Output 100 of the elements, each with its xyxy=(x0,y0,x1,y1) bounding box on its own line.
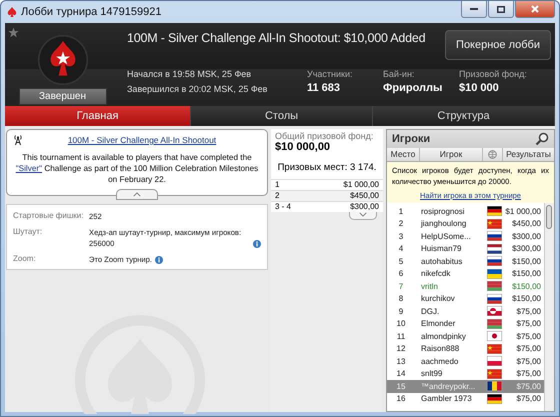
antenna-icon xyxy=(13,134,23,146)
chevron-down-icon xyxy=(359,212,367,217)
tournament-title: 100M - Silver Challenge All-In Shootout: $10,000 Added xyxy=(126,30,426,45)
prize-amount: $300,00 xyxy=(350,202,379,212)
player-row[interactable]: 5 autohabitus $150,00 xyxy=(387,255,544,268)
end-time: Завершился в 20:02 MSK, 25 Фев xyxy=(127,84,268,94)
inline-link[interactable]: "Silver" xyxy=(16,164,42,173)
player-row[interactable]: 16 Gambler 1973 $75,00 xyxy=(387,392,544,405)
column-header[interactable]: Место xyxy=(387,148,420,161)
player-result: $75,00 xyxy=(516,306,542,316)
player-row[interactable]: 14 snlt99 $75,00 xyxy=(387,368,544,380)
tournament-description: This tournament is available to players that have completed the "Silver" Challenge as part of the 100 Million Celebration Milestones on February 22. xyxy=(14,152,260,185)
player-place: 1 xyxy=(398,206,404,216)
column-header[interactable]: Игрок xyxy=(420,148,483,161)
info-icon[interactable] xyxy=(253,240,261,248)
player-name: aachmedo xyxy=(420,356,460,366)
detail-label: Шутаут: xyxy=(13,227,44,238)
player-row[interactable]: 6 nikefcdk $150,00 xyxy=(387,268,544,280)
prize-pool-label: Общий призовой фонд: xyxy=(275,131,374,141)
player-place: 4 xyxy=(398,244,404,254)
player-row[interactable]: 9 DGJ. $75,00 xyxy=(387,305,544,318)
player-result: $150,00 xyxy=(511,282,542,291)
player-result: $150,00 xyxy=(511,269,542,278)
globe-icon[interactable] xyxy=(488,150,497,159)
player-name: DGJ. xyxy=(420,306,440,316)
stat-label: Бай-ин: xyxy=(383,69,416,79)
player-row[interactable]: 12 Raison888 $75,00 xyxy=(387,342,544,355)
scrollbar[interactable] xyxy=(544,203,554,411)
player-place: 16 xyxy=(396,394,406,404)
scrollbar-thumb[interactable] xyxy=(546,205,552,229)
prize-place: 2 xyxy=(275,191,280,201)
player-row[interactable]: 1 rosiprognosi $1 000,00 xyxy=(387,205,544,218)
prize-amount: $1 000,00 xyxy=(343,180,379,190)
player-result: $300,00 xyxy=(511,244,542,254)
minimize-button[interactable] xyxy=(461,1,487,18)
chevron-up-icon xyxy=(133,192,141,197)
tab[interactable]: Столы xyxy=(191,106,373,126)
prize-place: 1 xyxy=(275,180,280,190)
stat-label: Участники: xyxy=(307,69,354,79)
player-name: Gambler 1973 xyxy=(420,394,473,404)
player-place: 12 xyxy=(396,344,406,354)
player-row[interactable]: 11 almondpinky $75,00 xyxy=(387,330,544,342)
close-button[interactable] xyxy=(515,1,555,18)
player-place: 15 xyxy=(396,382,406,391)
search-icon[interactable] xyxy=(535,132,549,146)
player-name: jianghoulong xyxy=(420,219,468,228)
player-place: 14 xyxy=(396,369,406,378)
player-place: 10 xyxy=(396,319,406,328)
player-name: vritln xyxy=(420,282,439,291)
prize-amount: $450,00 xyxy=(350,191,379,201)
player-place: 5 xyxy=(398,256,404,266)
player-name: autohabitus xyxy=(420,256,464,266)
player-result: $75,00 xyxy=(516,344,542,354)
column-header[interactable]: Результаты xyxy=(503,148,554,161)
player-name: Huisman79 xyxy=(420,244,462,254)
player-name: HelpUSome... xyxy=(420,232,472,241)
stat-value: 11 683 xyxy=(307,82,342,94)
prize-pool-total: $10 000,00 xyxy=(275,141,332,153)
player-place: 2 xyxy=(398,219,404,228)
player-result: $75,00 xyxy=(516,382,542,391)
player-place: 11 xyxy=(396,332,406,341)
player-row[interactable]: 7 vritln $150,00 xyxy=(387,280,544,292)
expand-tab[interactable] xyxy=(349,212,377,220)
maximize-icon xyxy=(497,6,505,12)
player-result: $75,00 xyxy=(516,356,542,366)
player-row[interactable]: 8 kurchikov $150,00 xyxy=(387,292,544,305)
tab[interactable]: Структура xyxy=(373,106,555,126)
player-place: 8 xyxy=(398,294,404,304)
player-row[interactable]: 2 jianghoulong $450,00 xyxy=(387,218,544,230)
window-title: Лобби турнира 1479159921 xyxy=(21,6,162,18)
tournament-link[interactable]: 100M - Silver Challenge All-In Shootout xyxy=(23,135,261,145)
player-name: ™andreypokr... xyxy=(420,382,476,391)
poker-lobby-button[interactable]: Покерное лобби xyxy=(445,30,551,60)
tab[interactable]: Главная xyxy=(5,106,191,126)
player-row[interactable]: 10 Elmonder $75,00 xyxy=(387,318,544,330)
maximize-button[interactable] xyxy=(488,1,514,18)
player-name: snlt99 xyxy=(420,369,444,378)
detail-label: Zoom: xyxy=(13,254,37,265)
player-name: kurchikov xyxy=(420,294,456,304)
player-row[interactable]: 13 aachmedo $75,00 xyxy=(387,355,544,368)
player-place: 9 xyxy=(398,306,404,316)
spade-logo-icon xyxy=(36,34,88,86)
player-result: $1 000,00 xyxy=(505,206,542,216)
info-icon[interactable] xyxy=(154,256,163,264)
player-row[interactable]: 4 Huisman79 $300,00 xyxy=(387,242,544,255)
stat-label: Призовой фонд: xyxy=(459,69,528,79)
player-name: rosiprognosi xyxy=(420,206,466,216)
status-badge: Завершен xyxy=(18,88,106,105)
player-place: 7 xyxy=(398,282,404,291)
player-result: $75,00 xyxy=(516,394,542,404)
player-result: $150,00 xyxy=(511,294,542,304)
star-icon[interactable] xyxy=(8,27,19,38)
player-result: $150,00 xyxy=(511,256,542,266)
player-place: 13 xyxy=(396,356,406,366)
player-place: 6 xyxy=(398,269,404,278)
player-result: $75,00 xyxy=(516,319,542,328)
player-place: 3 xyxy=(398,232,404,241)
prize-places: Призовых мест: 3 174. xyxy=(276,162,378,173)
collapse-tab[interactable] xyxy=(116,189,158,200)
player-row[interactable]: 3 HelpUSome... $300,00 xyxy=(387,230,544,242)
